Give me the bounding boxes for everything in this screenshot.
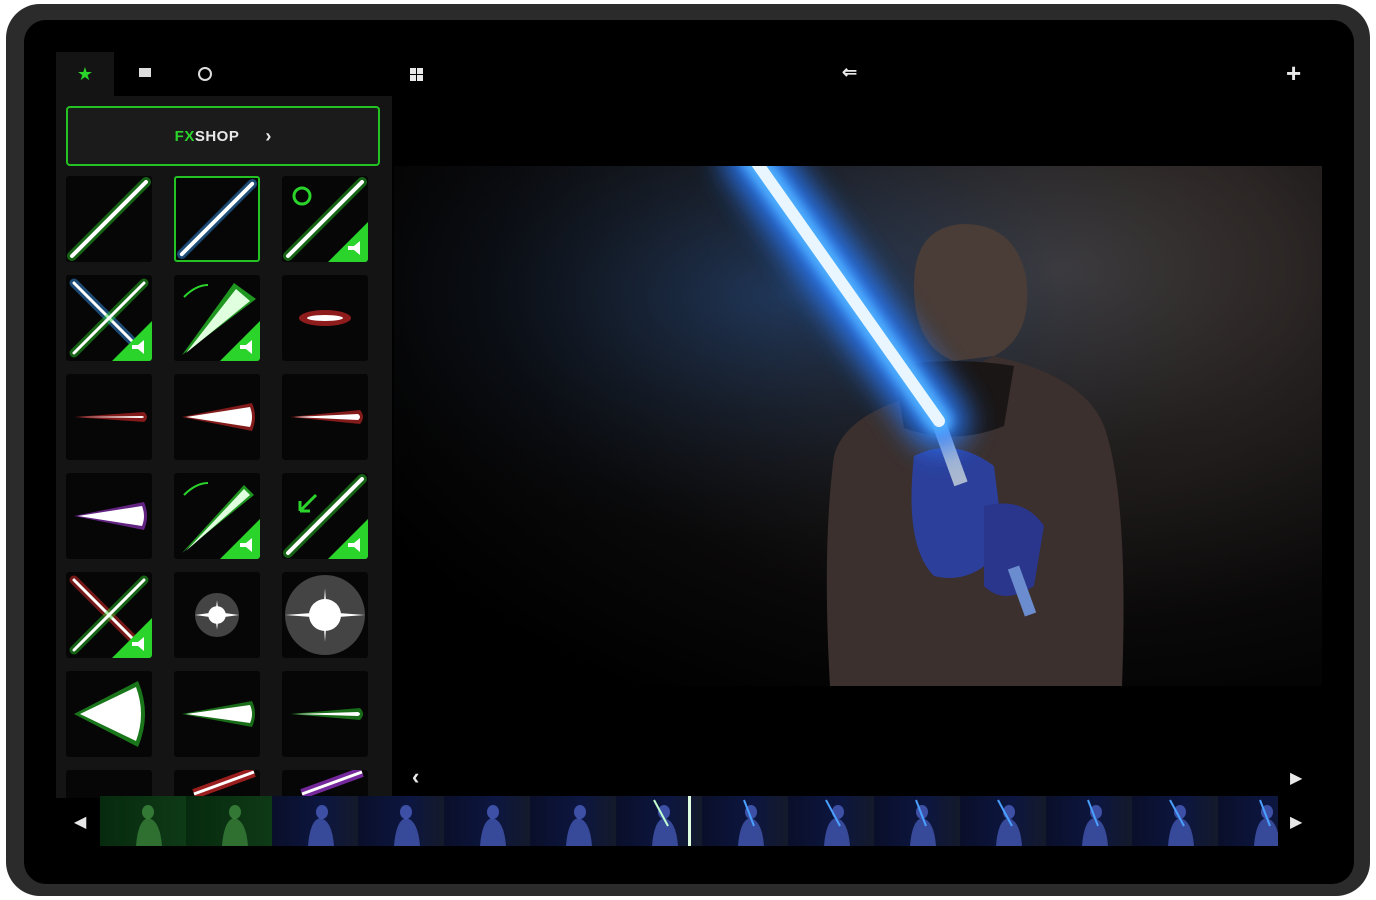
grid-icon[interactable] — [410, 68, 423, 81]
film-icon — [139, 68, 151, 80]
timeline-frame[interactable] — [186, 796, 272, 846]
frame-thumbnail — [738, 799, 764, 846]
green-spin-saber-icon — [283, 177, 368, 262]
white-flash-small-icon — [195, 593, 239, 637]
effect-tile-green-blast-thin[interactable] — [282, 671, 368, 757]
white-flash-large-icon — [285, 575, 365, 655]
effect-tile-green-spin-saber[interactable] — [282, 176, 368, 262]
timeline-frame[interactable] — [1218, 796, 1278, 846]
red-blaster-thin-icon — [74, 412, 147, 422]
tab-favorites[interactable]: ★ — [56, 52, 114, 96]
effect-tile-red-blaster-medium[interactable] — [282, 374, 368, 460]
effect-tile-green-blast-wide[interactable] — [66, 671, 152, 757]
more-effect-icon — [300, 770, 364, 798]
timeline-frame[interactable] — [1132, 796, 1218, 846]
frame-thumbnail — [222, 805, 248, 846]
red-green-crossed-icon — [69, 575, 152, 658]
purple-blast-icon — [74, 502, 147, 530]
green-blast-thin-icon — [290, 708, 363, 720]
frame-thumbnail — [1254, 799, 1278, 846]
effect-tile-blue-saber[interactable] — [174, 176, 260, 262]
frame-thumbnail — [394, 805, 420, 846]
green-swing-saber-icon — [182, 283, 260, 361]
timeline-frame[interactable] — [272, 796, 358, 846]
fxshop-label: FXSHOP — [174, 127, 240, 145]
tab-library[interactable] — [116, 52, 174, 96]
effect-tile-green-arrow-saber[interactable] — [282, 473, 368, 559]
chevron-right-icon: › — [265, 125, 272, 146]
effect-tile-white-flash-large[interactable] — [282, 572, 368, 658]
green-arrow-saber-icon — [283, 474, 368, 559]
frame-thumbnail — [480, 805, 506, 846]
green-blast-medium-icon — [182, 701, 255, 727]
timeline-prev-icon[interactable]: ◀ — [74, 812, 86, 832]
timeline-frame[interactable] — [100, 796, 186, 846]
effect-tile-red-blaster-thin[interactable] — [66, 374, 152, 460]
effect-tile-green-swing-saber-2[interactable] — [174, 473, 260, 559]
tab-settings[interactable] — [176, 52, 234, 96]
effect-tile-white-flash-small[interactable] — [174, 572, 260, 658]
timeline-frame[interactable] — [1046, 796, 1132, 846]
plus-icon[interactable]: + — [1286, 58, 1301, 89]
fxshop-button[interactable]: FXSHOP › — [66, 106, 380, 166]
frame-thumbnail — [1168, 799, 1194, 846]
effect-tile-green-saber[interactable] — [66, 176, 152, 262]
green-swing-saber-2-icon — [182, 482, 260, 559]
frame-forward-icon[interactable]: ▶ — [1290, 768, 1302, 788]
more-effect-icon — [192, 770, 256, 798]
scene-image — [394, 166, 1322, 686]
red-blaster-medium-icon — [290, 410, 363, 424]
effect-tile-more-1[interactable] — [174, 770, 260, 798]
video-preview[interactable] — [394, 166, 1322, 686]
timeline-frame[interactable] — [444, 796, 530, 846]
red-short-blast-icon — [299, 310, 351, 326]
effect-tile-more-2[interactable] — [282, 770, 368, 798]
timeline-frame[interactable] — [358, 796, 444, 846]
frame-thumbnail — [824, 799, 850, 846]
green-blast-wide-icon — [74, 681, 145, 747]
circle-icon — [198, 67, 212, 81]
swap-arrows-icon[interactable]: ⇐ — [842, 62, 857, 83]
frame-thumbnail — [566, 805, 592, 846]
effect-tile-green-swing-saber[interactable] — [174, 275, 260, 361]
green-saber-icon — [67, 177, 151, 261]
frame-thumbnail — [308, 805, 334, 846]
red-blaster-wide-icon — [182, 403, 255, 431]
frame-thumbnail — [996, 799, 1022, 846]
star-icon: ★ — [76, 63, 94, 84]
frame-thumbnail — [1082, 799, 1108, 846]
blue-saber-icon — [176, 178, 258, 260]
timeline-frame[interactable] — [788, 796, 874, 846]
timeline-frame[interactable] — [530, 796, 616, 846]
effect-tile-green-blast-medium[interactable] — [174, 671, 260, 757]
panel-tabs: ★ — [56, 52, 392, 96]
effect-tile-red-short-blast[interactable] — [282, 275, 368, 361]
timeline-frame[interactable] — [702, 796, 788, 846]
effect-tile-red-green-crossed[interactable] — [66, 572, 152, 658]
playhead[interactable] — [688, 796, 691, 846]
effect-tile-purple-blast[interactable] — [66, 473, 152, 559]
effect-tile-crossed-sabers[interactable] — [66, 275, 152, 361]
effect-tile-red-blaster-wide[interactable] — [174, 374, 260, 460]
timeline-next-icon[interactable]: ▶ — [1290, 812, 1302, 832]
timeline-frame[interactable] — [960, 796, 1046, 846]
crossed-sabers-icon — [69, 278, 152, 361]
effects-panel: ★ FXSHOP › — [56, 52, 392, 798]
frame-thumbnail — [910, 799, 936, 846]
frame-back-icon[interactable]: ‹ — [412, 764, 419, 790]
effect-tile-more-0[interactable] — [66, 770, 152, 798]
frame-thumbnail — [136, 805, 162, 846]
timeline-frame[interactable] — [874, 796, 960, 846]
